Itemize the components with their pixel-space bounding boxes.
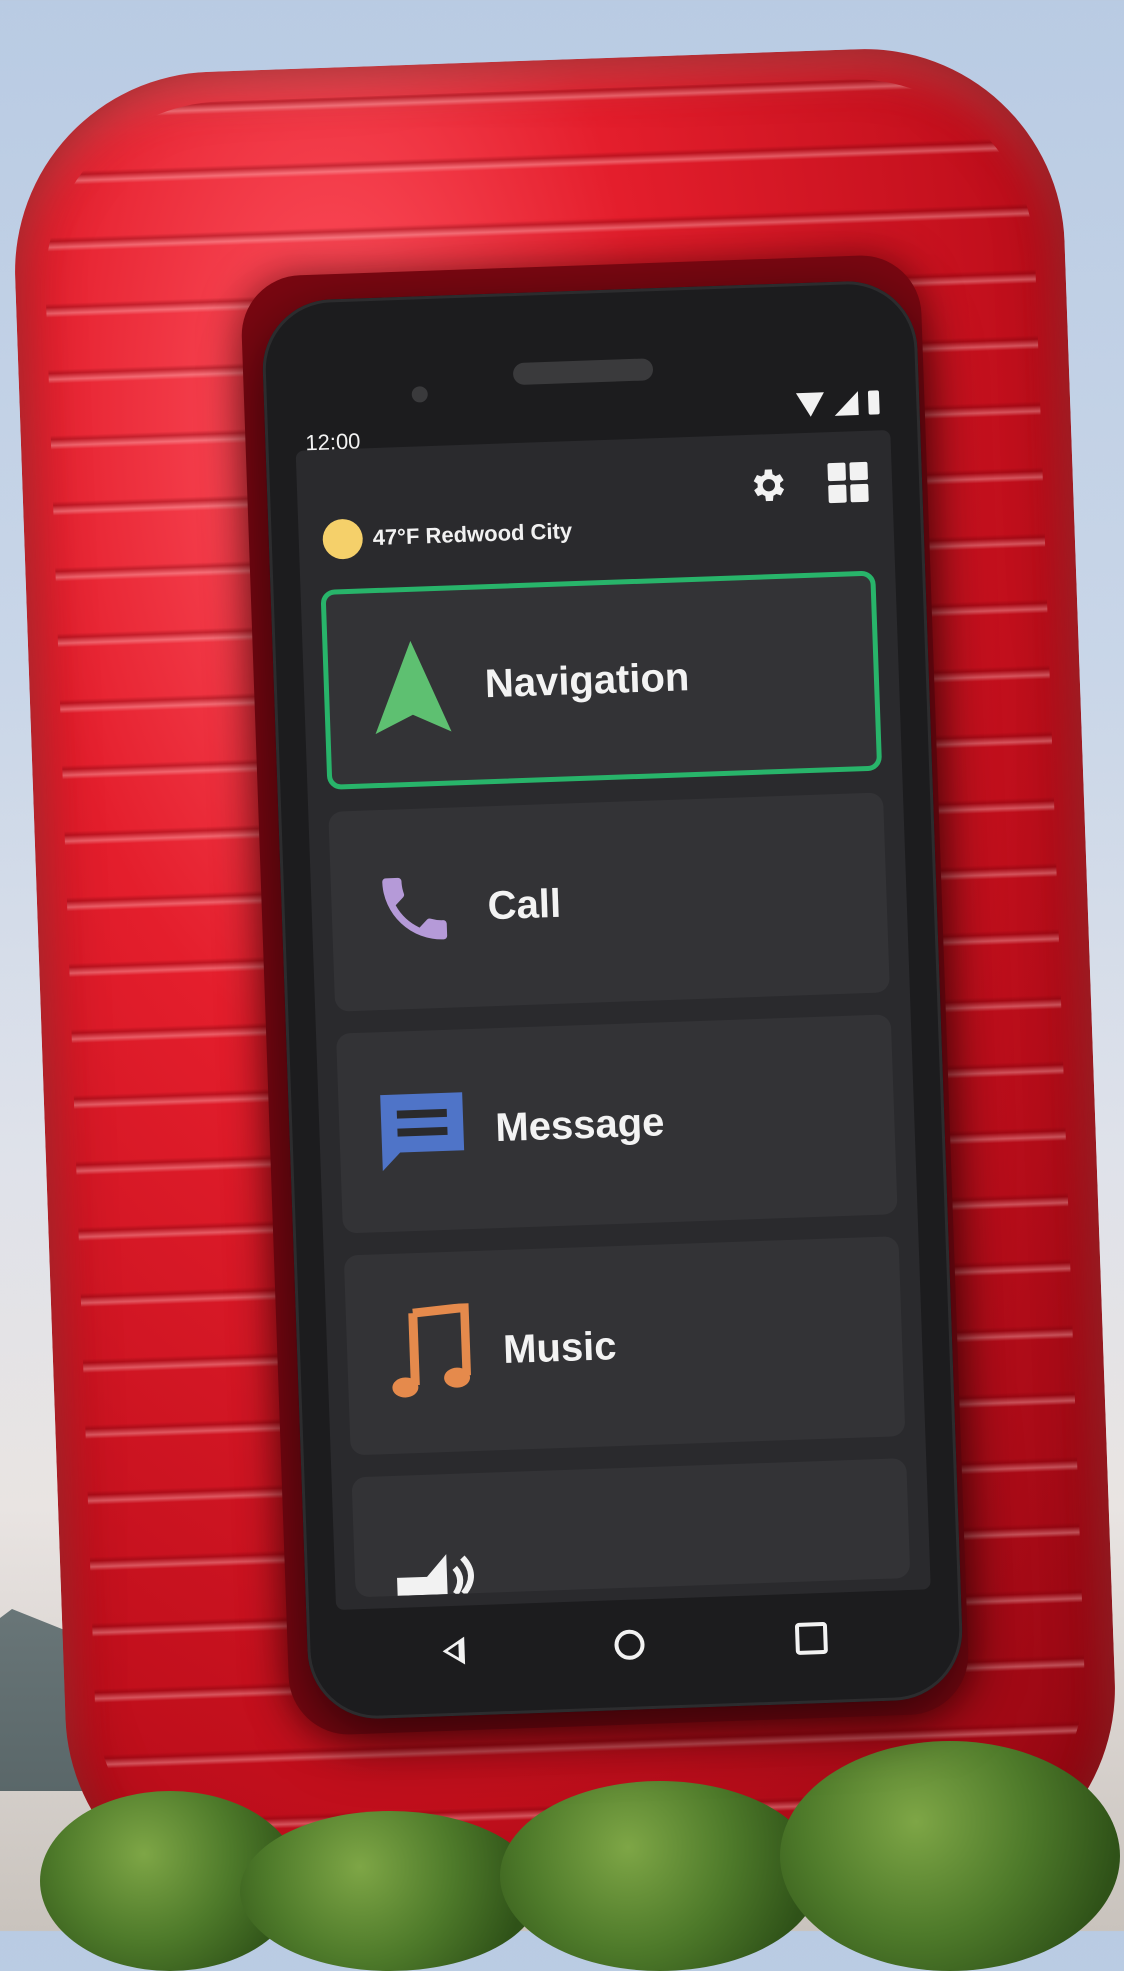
app-grid-icon[interactable] [827,461,869,504]
menu-item-music[interactable]: Music [343,1236,906,1456]
foreground-trees [0,1741,1124,1971]
home-icon[interactable] [614,1629,646,1661]
home-screen: 47°F Redwood City Navigation Call Messag… [295,429,931,1611]
weather-text: 47°F Redwood City [372,518,573,551]
recent-apps-icon[interactable] [794,1621,828,1656]
earpiece-speaker [512,358,654,386]
sun-icon [322,518,364,560]
cell-signal-icon [833,391,859,416]
wifi-icon [795,392,825,418]
phone: 12:00 47°F Redwood City Navigation Call … [260,279,965,1721]
message-icon [376,1079,469,1182]
menu-item-call[interactable]: Call [328,792,890,1012]
menu-item-message[interactable]: Message [336,1014,898,1234]
menu-label: Music [502,1323,618,1372]
menu-item-navigation[interactable]: Navigation [320,570,883,790]
front-camera [411,386,429,403]
menu-label: Call [486,881,562,928]
battery-icon [867,390,880,415]
phone-icon [368,857,461,960]
weather-widget[interactable]: 47°F Redwood City [322,511,573,560]
menu-label: Navigation [484,654,691,706]
music-note-icon [383,1301,476,1404]
top-row: 47°F Redwood City [321,461,870,560]
bush [500,1781,820,1971]
top-actions [745,461,869,507]
menu-list: Navigation Call Message Music [320,570,911,1598]
menu-item-volume[interactable] [351,1458,911,1598]
navigation-arrow-icon [365,635,458,738]
bush [780,1741,1120,1971]
gear-icon[interactable] [745,464,788,507]
bush [240,1811,540,1971]
speaker-volume-icon [392,1533,484,1596]
back-icon[interactable] [442,1636,466,1666]
menu-label: Message [494,1099,666,1150]
status-icons [795,390,880,418]
